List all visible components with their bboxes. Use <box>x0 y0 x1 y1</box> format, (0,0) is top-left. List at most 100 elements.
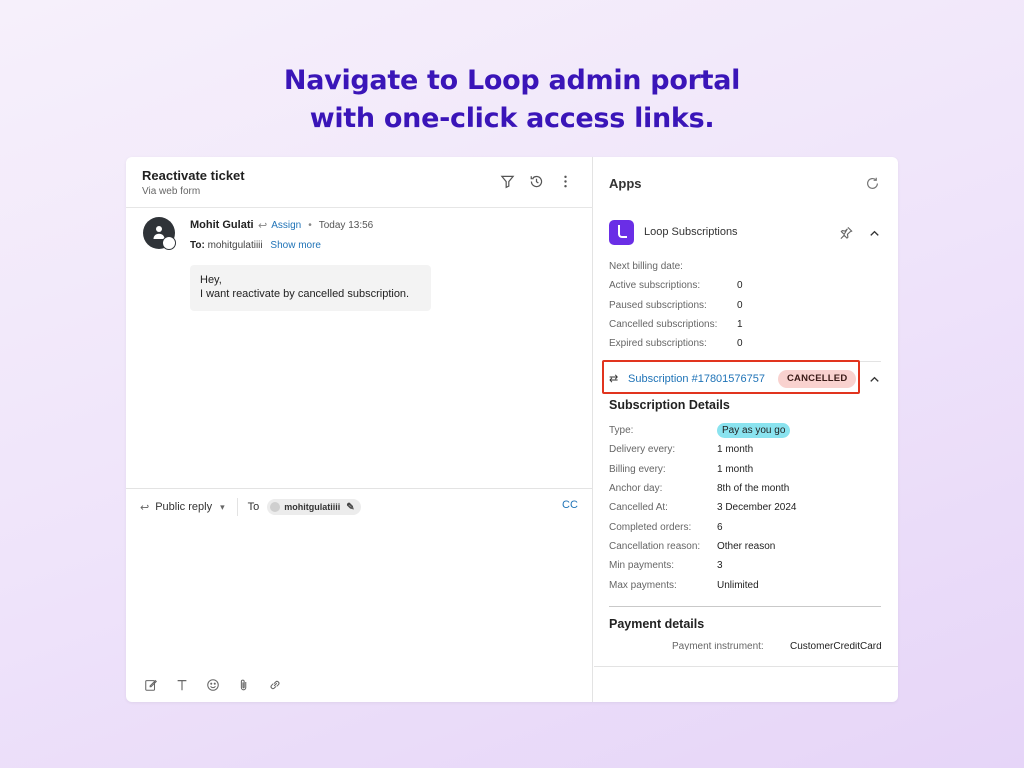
stat-label: Active subscriptions: <box>609 280 701 292</box>
detail-value: 3 <box>717 560 723 572</box>
subscription-link[interactable]: Subscription #17801576757 <box>628 373 765 385</box>
subscription-stats: Next billing date: Active subscriptions:… <box>609 257 743 353</box>
detail-label: Billing every: <box>609 463 666 475</box>
helpdesk-window: Reactivate ticket Via web form Mohit Gul… <box>126 157 898 702</box>
detail-label: Type: <box>609 425 634 437</box>
to-value: mohitgulatiiii <box>207 240 263 251</box>
detail-value: Unlimited <box>717 579 759 591</box>
message-time: Today 13:56 <box>318 220 374 231</box>
ticket-header-actions <box>499 173 574 190</box>
detail-row: Cancellation reason: Other reason <box>609 537 797 556</box>
more-vertical-icon[interactable] <box>557 173 574 190</box>
ticket-title: Reactivate ticket <box>142 168 245 183</box>
assign-link[interactable]: Assign <box>271 220 301 231</box>
stat-value: 0 <box>737 338 743 350</box>
refresh-icon[interactable] <box>864 175 881 192</box>
detail-row: Completed orders: 6 <box>609 517 797 536</box>
reply-to-label: To <box>247 501 260 513</box>
filter-icon[interactable] <box>499 173 516 190</box>
stat-row: Paused subscriptions: 0 <box>609 296 743 315</box>
stat-row: Cancelled subscriptions: 1 <box>609 315 743 334</box>
detail-row: Cancelled At: 3 December 2024 <box>609 498 797 517</box>
detail-label: Delivery every: <box>609 444 676 456</box>
pin-icon[interactable] <box>838 224 855 241</box>
payment-value: CustomerCreditCard <box>790 642 882 650</box>
detail-value: Other reason <box>717 540 776 552</box>
chevron-up-icon[interactable] <box>866 371 883 388</box>
stat-row: Expired subscriptions: 0 <box>609 334 743 353</box>
stat-label: Expired subscriptions: <box>609 338 707 350</box>
link-icon[interactable] <box>266 676 283 693</box>
detail-label: Cancelled At: <box>609 502 668 514</box>
emoji-icon[interactable] <box>204 676 221 693</box>
chevron-down-icon[interactable]: ▾ <box>220 502 225 513</box>
to-label: To: <box>190 240 205 251</box>
show-more-link[interactable]: Show more <box>270 240 321 251</box>
detail-value: 1 month <box>717 444 754 456</box>
reply-icon: ↩ <box>140 501 150 514</box>
text-format-icon[interactable] <box>173 676 190 693</box>
detail-label: Completed orders: <box>609 521 692 533</box>
reply-separator <box>236 498 238 516</box>
panel-bottom-divider <box>594 666 898 667</box>
detail-label: Anchor day: <box>609 483 663 495</box>
headset-badge-icon <box>162 236 176 250</box>
payment-row: Payment instrument: CustomerCreditCard <box>672 642 882 650</box>
stat-value: 0 <box>737 299 743 311</box>
reply-arrow-icon: ↩ <box>258 220 268 232</box>
header-divider <box>126 207 593 208</box>
history-icon[interactable] <box>528 173 545 190</box>
message-author: Mohit Gulati <box>190 219 254 231</box>
separator-dot: • <box>308 220 312 231</box>
detail-value: 1 month <box>717 463 754 475</box>
stat-value: 1 <box>737 319 743 331</box>
stat-value: 0 <box>737 280 743 292</box>
assign-group: ↩ Assign • Today 13:56 <box>258 219 373 232</box>
swap-icon: ⇄ <box>609 373 619 385</box>
payment-details-title: Payment details <box>609 617 705 631</box>
reply-bar: ↩ Public reply ▾ To mohitgulatiiii ✎ <box>140 498 361 516</box>
message-recipient: To: mohitgulatiiii Show more <box>190 240 321 251</box>
attachment-icon[interactable] <box>235 676 252 693</box>
detail-value: 8th of the month <box>717 483 790 495</box>
message-bubble: Hey, I want reactivate by cancelled subs… <box>190 265 431 311</box>
edit-pencil-icon[interactable]: ✎ <box>346 502 354 513</box>
reply-divider <box>126 488 593 489</box>
detail-row: Anchor day: 8th of the month <box>609 479 797 498</box>
message-line-2: I want reactivate by cancelled subscript… <box>200 288 410 300</box>
stat-label: Paused subscriptions: <box>609 299 707 311</box>
type-pill: Pay as you go <box>717 423 791 439</box>
chevron-up-icon[interactable] <box>866 225 883 242</box>
composer-toolbar <box>142 676 283 693</box>
headline-line-1: Navigate to Loop admin portal <box>283 65 741 96</box>
detail-label: Min payments: <box>609 560 675 572</box>
reply-mode-select[interactable]: Public reply <box>155 501 212 513</box>
recipient-avatar-icon <box>270 502 281 512</box>
detail-label: Max payments: <box>609 579 677 591</box>
app-name: Loop Subscriptions <box>644 226 738 238</box>
stat-row: Active subscriptions: 0 <box>609 276 743 295</box>
detail-value: 6 <box>717 521 723 533</box>
detail-row: Type: Pay as you go <box>609 421 797 440</box>
payment-label: Payment instrument: <box>672 642 764 650</box>
subscription-details: Type: Pay as you go Delivery every: 1 mo… <box>609 421 797 595</box>
apps-panel: Apps Loop Subscriptions Next billing dat… <box>594 157 898 702</box>
detail-label: Cancellation reason: <box>609 540 701 552</box>
detail-value: 3 December 2024 <box>717 502 797 514</box>
headline-line-2: with one-click access links. <box>309 103 715 134</box>
page-headline: Navigate to Loop admin portal with one-c… <box>0 62 1024 138</box>
apps-title: Apps <box>609 176 642 191</box>
recipient-chip[interactable]: mohitgulatiiii ✎ <box>267 499 361 515</box>
compose-icon[interactable] <box>142 676 159 693</box>
detail-row: Min payments: 3 <box>609 556 797 575</box>
loop-logo-icon <box>609 220 634 245</box>
stat-row: Next billing date: <box>609 257 743 276</box>
details-divider <box>609 606 881 607</box>
detail-row: Delivery every: 1 month <box>609 440 797 459</box>
ticket-panel: Reactivate ticket Via web form Mohit Gul… <box>126 157 593 702</box>
stat-label: Next billing date: <box>609 261 683 273</box>
recipient-name: mohitgulatiiii <box>284 502 341 512</box>
subscription-details-title: Subscription Details <box>609 398 730 412</box>
message-line-1: Hey, <box>200 274 222 286</box>
cc-button[interactable]: CC <box>562 499 578 511</box>
